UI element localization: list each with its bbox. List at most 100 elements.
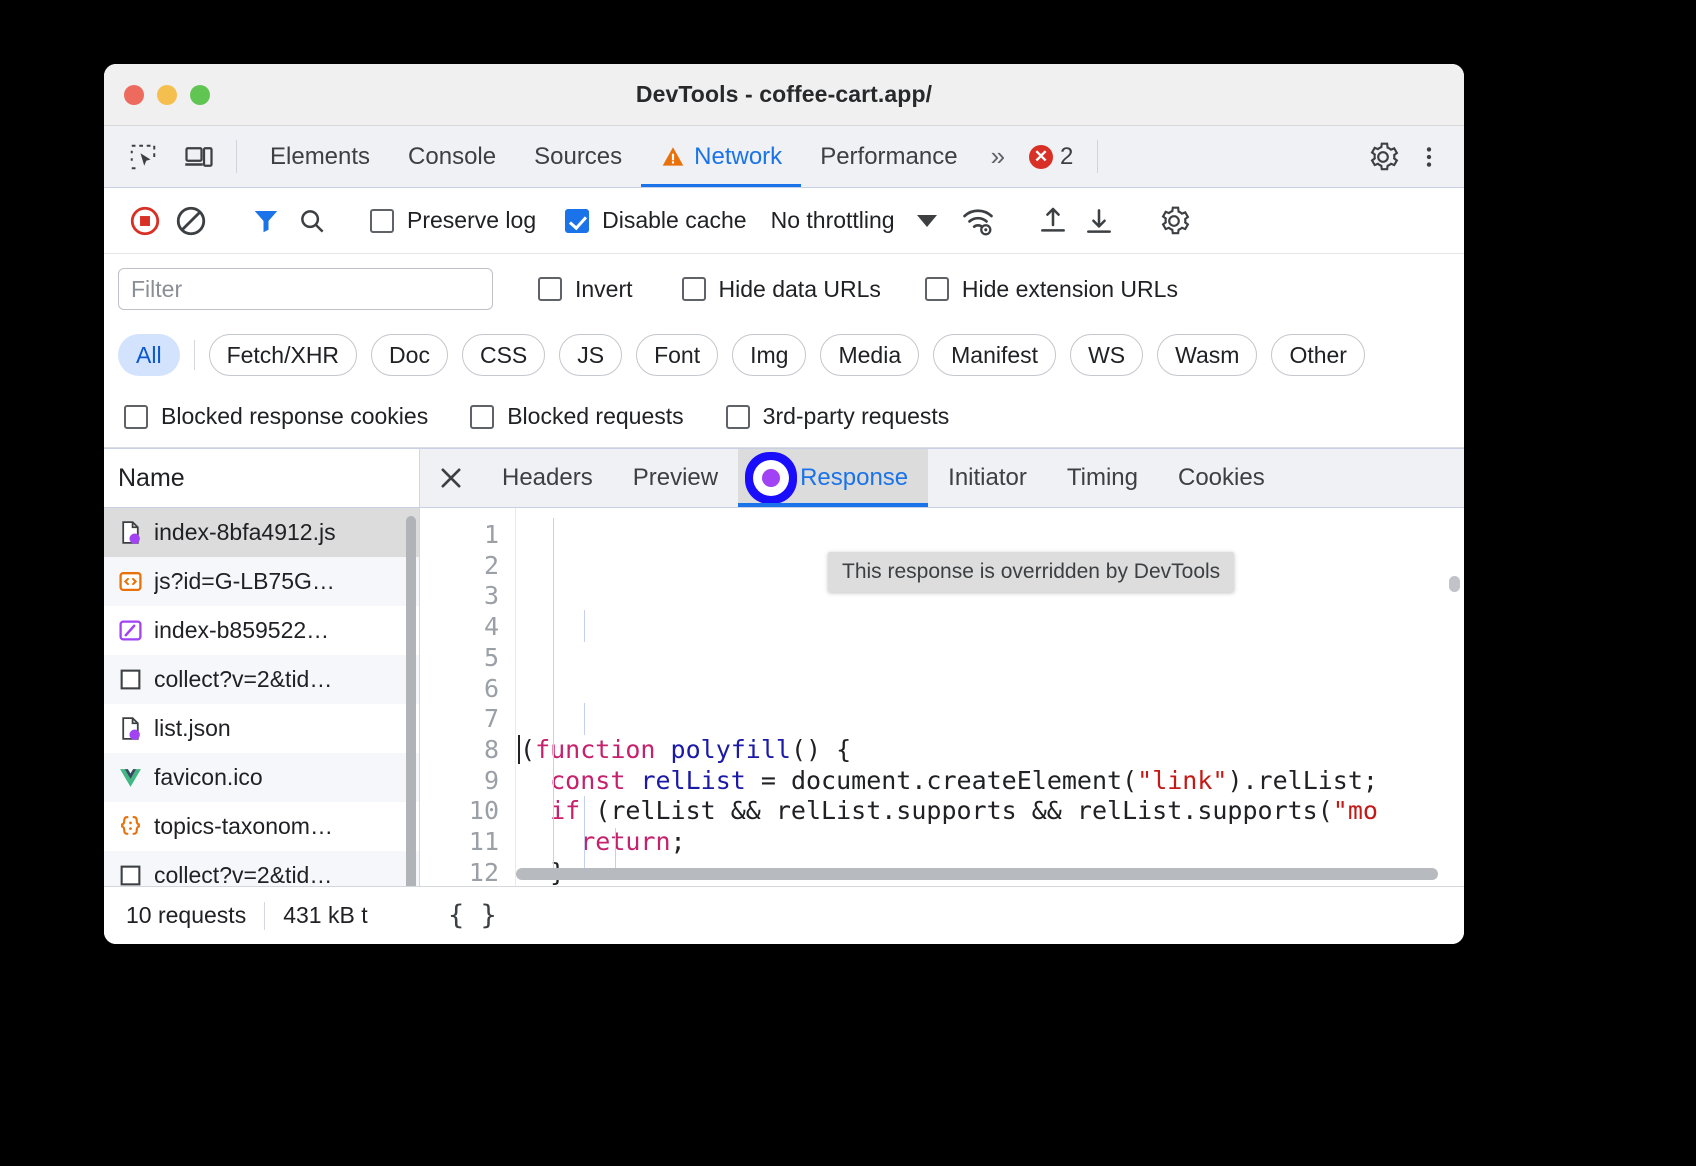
indent-guide bbox=[553, 518, 554, 870]
table-row[interactable]: index-b859522… bbox=[104, 606, 419, 655]
transferred-size-label: 431 kB t bbox=[283, 902, 367, 929]
more-tabs-button[interactable]: » bbox=[977, 126, 1019, 187]
tab-elements-label: Elements bbox=[270, 143, 370, 171]
code-token: ; bbox=[671, 827, 686, 856]
request-list-panel: Name index-8bfa4912.js bbox=[104, 448, 420, 886]
chip-ws[interactable]: WS bbox=[1070, 334, 1143, 376]
invert-checkbox[interactable]: Invert bbox=[538, 276, 633, 303]
chip-all[interactable]: All bbox=[118, 334, 180, 376]
code-token: "mo bbox=[1333, 796, 1378, 825]
throttling-dropdown[interactable]: No throttling bbox=[771, 207, 937, 234]
table-row[interactable]: favicon.ico bbox=[104, 753, 419, 802]
tab-timing[interactable]: Timing bbox=[1047, 449, 1158, 507]
script-code-icon bbox=[117, 569, 143, 595]
clear-button[interactable] bbox=[168, 198, 214, 244]
preserve-log-checkbox[interactable]: Preserve log bbox=[370, 207, 536, 234]
table-row[interactable]: collect?v=2&tid… bbox=[104, 655, 419, 704]
hide-data-urls-checkbox[interactable]: Hide data URLs bbox=[682, 276, 881, 303]
indent-guide bbox=[584, 796, 585, 870]
request-name: favicon.ico bbox=[154, 764, 263, 791]
code-token: relList bbox=[640, 766, 745, 795]
status-divider bbox=[264, 902, 265, 930]
tab-elements[interactable]: Elements bbox=[251, 126, 389, 187]
chip-other-label: Other bbox=[1289, 342, 1347, 369]
chip-js[interactable]: JS bbox=[559, 334, 622, 376]
disable-cache-box bbox=[565, 209, 589, 233]
tab-performance[interactable]: Performance bbox=[801, 126, 976, 187]
table-row[interactable]: list.json bbox=[104, 704, 419, 753]
line-number: 2 bbox=[420, 551, 499, 582]
device-toolbar-button[interactable] bbox=[176, 134, 222, 180]
preserve-log-box bbox=[370, 209, 394, 233]
network-body: Name index-8bfa4912.js bbox=[104, 448, 1464, 886]
request-name: topics-taxonom… bbox=[154, 813, 333, 840]
blocked-response-cookies-checkbox[interactable]: Blocked response cookies bbox=[124, 403, 428, 430]
invert-label: Invert bbox=[575, 276, 633, 303]
filter-button[interactable] bbox=[243, 198, 289, 244]
chip-other[interactable]: Other bbox=[1271, 334, 1365, 376]
filter-input[interactable] bbox=[118, 268, 493, 310]
network-status-bar: 10 requests 431 kB t { } bbox=[104, 886, 1464, 944]
chip-ws-label: WS bbox=[1088, 342, 1125, 369]
devtools-window: DevTools - coffee-cart.app/ Elements bbox=[104, 64, 1464, 944]
devtools-more-options-button[interactable] bbox=[1406, 134, 1452, 180]
chip-wasm[interactable]: Wasm bbox=[1157, 334, 1257, 376]
export-har-button[interactable] bbox=[1076, 198, 1122, 244]
chip-img[interactable]: Img bbox=[732, 334, 806, 376]
hide-extension-urls-checkbox[interactable]: Hide extension URLs bbox=[925, 276, 1178, 303]
close-detail-button[interactable] bbox=[420, 449, 482, 507]
table-row[interactable]: topics-taxonom… bbox=[104, 802, 419, 851]
line-number: 7 bbox=[420, 704, 499, 735]
preserve-log-label: Preserve log bbox=[407, 207, 536, 234]
tab-sources[interactable]: Sources bbox=[515, 126, 641, 187]
request-detail-panel: Headers Preview Response Initiator Timin… bbox=[420, 448, 1464, 886]
chip-font-label: Font bbox=[654, 342, 700, 369]
chip-manifest[interactable]: Manifest bbox=[933, 334, 1056, 376]
third-party-requests-checkbox[interactable]: 3rd-party requests bbox=[726, 403, 950, 430]
hide-data-urls-box bbox=[682, 277, 706, 301]
code-line-numbers: 123456789101112 bbox=[420, 508, 516, 886]
chip-css[interactable]: CSS bbox=[462, 334, 545, 376]
request-list-header[interactable]: Name bbox=[104, 448, 419, 508]
network-settings-button[interactable] bbox=[1151, 198, 1197, 244]
code-vertical-scrollbar[interactable] bbox=[1449, 576, 1460, 592]
tab-response[interactable]: Response bbox=[738, 449, 928, 507]
disable-cache-checkbox[interactable]: Disable cache bbox=[565, 207, 746, 234]
indent-guide bbox=[584, 703, 585, 735]
json-braces-icon bbox=[117, 814, 143, 840]
tab-cookies[interactable]: Cookies bbox=[1158, 449, 1285, 507]
inspect-element-icon bbox=[128, 142, 158, 172]
line-number: 5 bbox=[420, 643, 499, 674]
chip-media[interactable]: Media bbox=[820, 334, 919, 376]
chip-fetch-xhr[interactable]: Fetch/XHR bbox=[209, 334, 357, 376]
search-button[interactable] bbox=[289, 198, 335, 244]
request-list-scrollbar[interactable] bbox=[406, 516, 416, 886]
third-party-requests-label: 3rd-party requests bbox=[763, 403, 950, 430]
error-counter[interactable]: ✕ 2 bbox=[1019, 126, 1083, 187]
table-row[interactable]: collect?v=2&tid… bbox=[104, 851, 419, 886]
line-number: 12 bbox=[420, 858, 499, 886]
tab-cookies-label: Cookies bbox=[1178, 464, 1265, 492]
throttling-value: No throttling bbox=[771, 207, 895, 234]
network-conditions-button[interactable] bbox=[955, 198, 1001, 244]
chip-doc[interactable]: Doc bbox=[371, 334, 448, 376]
tab-network[interactable]: Network bbox=[641, 126, 801, 187]
override-tooltip: This response is overridden by DevTools bbox=[828, 552, 1234, 592]
devtools-settings-button[interactable] bbox=[1360, 134, 1406, 180]
tab-headers[interactable]: Headers bbox=[482, 449, 613, 507]
record-button[interactable] bbox=[122, 198, 168, 244]
table-row[interactable]: index-8bfa4912.js bbox=[104, 508, 419, 557]
tabbar-tool-icons bbox=[120, 126, 222, 187]
tab-initiator[interactable]: Initiator bbox=[928, 449, 1047, 507]
code-line: if (relList && relList.supports && relLi… bbox=[520, 796, 1464, 827]
resource-type-filters: All Fetch/XHR Doc CSS JS Font Img Media … bbox=[104, 324, 1464, 386]
tab-preview[interactable]: Preview bbox=[613, 449, 738, 507]
chip-font[interactable]: Font bbox=[636, 334, 718, 376]
pretty-print-button[interactable]: { } bbox=[440, 898, 505, 933]
blocked-requests-checkbox[interactable]: Blocked requests bbox=[470, 403, 683, 430]
inspect-element-button[interactable] bbox=[120, 134, 166, 180]
tab-console[interactable]: Console bbox=[389, 126, 515, 187]
table-row[interactable]: js?id=G-LB75G… bbox=[104, 557, 419, 606]
code-horizontal-scrollbar[interactable] bbox=[516, 868, 1438, 880]
import-har-button[interactable] bbox=[1030, 198, 1076, 244]
